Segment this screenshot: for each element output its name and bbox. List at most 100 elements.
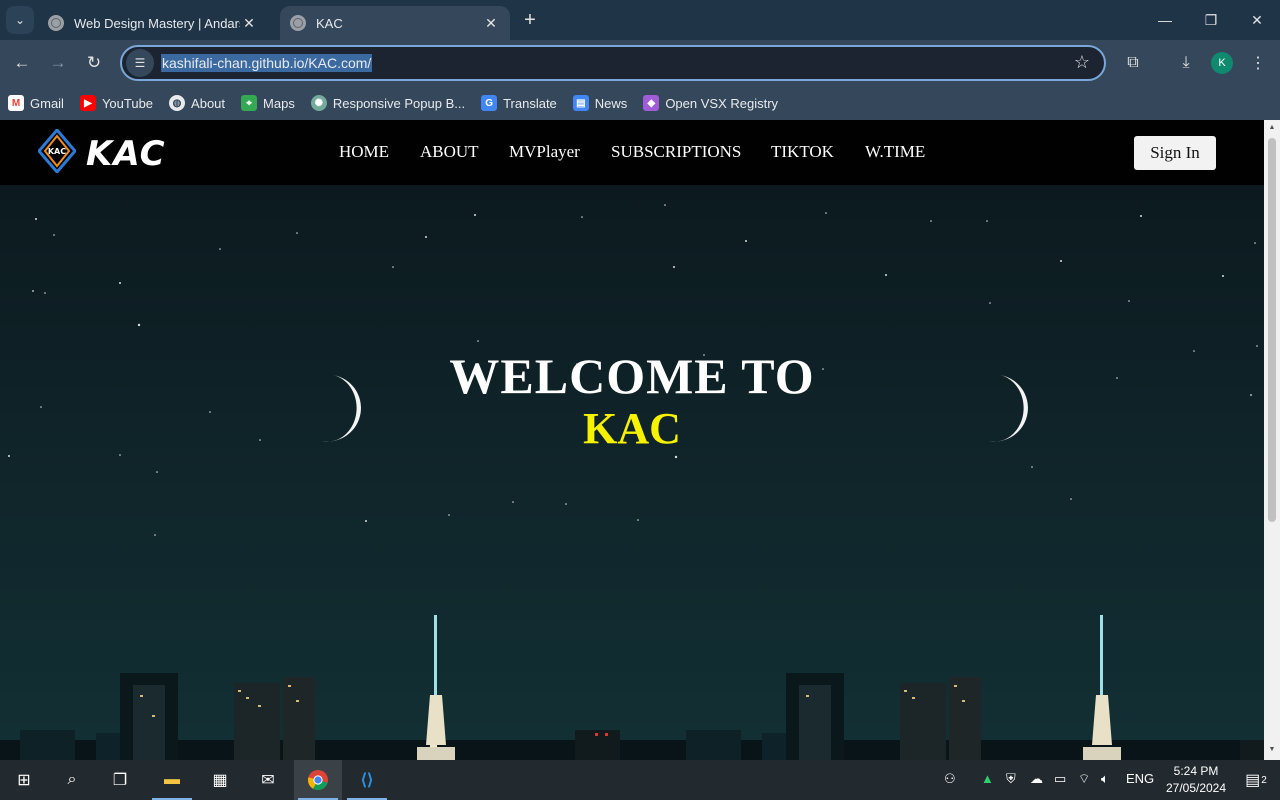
scroll-up-icon[interactable]: ▲ bbox=[1267, 124, 1277, 131]
task-view-button[interactable]: ❐ bbox=[96, 760, 144, 800]
security-icon[interactable]: ⛨ bbox=[1006, 771, 1016, 787]
battery-icon[interactable]: ▭ bbox=[1054, 771, 1066, 787]
bookmark-label: Open VSX Registry bbox=[665, 95, 779, 111]
bookmark-about[interactable]: ◍ About bbox=[169, 95, 225, 111]
folder-icon: ▬ bbox=[164, 771, 180, 788]
tab-search-button[interactable]: ⌄ bbox=[6, 6, 34, 34]
scroll-down-icon[interactable]: ▼ bbox=[1267, 746, 1277, 753]
bookmark-youtube[interactable]: ▶ YouTube bbox=[79, 95, 154, 111]
city-skyline bbox=[0, 615, 1264, 760]
extensions-icon[interactable]: ⧉ bbox=[1121, 51, 1145, 75]
hero-title-line1: WELCOME TO bbox=[449, 348, 815, 404]
store-icon: ▦ bbox=[212, 772, 228, 789]
tab-title: Web Design Mastery | Andarson bbox=[74, 15, 240, 31]
cloud-icon[interactable]: ☁ bbox=[1030, 771, 1043, 787]
clock-date: 27/05/2024 bbox=[1165, 781, 1227, 795]
close-icon[interactable]: ✕ bbox=[482, 15, 500, 32]
wifi-icon[interactable]: ⌔ bbox=[1078, 771, 1090, 787]
mail-button[interactable]: ✉ bbox=[244, 760, 292, 800]
bookmark-label: About bbox=[191, 95, 226, 111]
bookmarks-bar: M Gmail ▶ YouTube ◍ About ⌖ Maps ✺ Responsive… bbox=[0, 86, 1280, 120]
reload-icon: ↻ bbox=[86, 53, 102, 72]
file-explorer-button[interactable]: ▬ bbox=[148, 760, 196, 800]
notifications-button[interactable]: ▤ 2 bbox=[1232, 760, 1280, 800]
nav-subscriptions[interactable]: SUBSCRIPTIONS bbox=[611, 142, 741, 162]
profile-avatar[interactable]: K bbox=[1211, 52, 1233, 74]
bookmark-gmail[interactable]: M Gmail bbox=[8, 95, 64, 111]
vscode-icon: ⟨⟩ bbox=[360, 772, 374, 789]
back-button[interactable]: ← bbox=[9, 50, 35, 76]
gmail-icon: M bbox=[8, 95, 24, 111]
close-window-button[interactable]: ✕ bbox=[1234, 0, 1280, 40]
nav-tiktok[interactable]: TIKTOK bbox=[771, 142, 834, 162]
sign-in-button[interactable]: Sign In bbox=[1134, 136, 1216, 170]
arrow-right-icon: → bbox=[49, 53, 67, 72]
notification-count: 2 bbox=[1261, 774, 1267, 786]
close-icon[interactable]: ✕ bbox=[240, 15, 258, 32]
nav-about[interactable]: ABOUT bbox=[420, 142, 479, 162]
nav-home[interactable]: HOME bbox=[339, 142, 389, 162]
people-icon[interactable]: ⚇ bbox=[944, 771, 956, 787]
clock[interactable]: 5:24 PM 27/05/2024 bbox=[1158, 763, 1234, 797]
microsoft-store-button[interactable]: ▦ bbox=[196, 760, 244, 800]
reload-button[interactable]: ↻ bbox=[81, 50, 107, 76]
chrome-button[interactable] bbox=[294, 760, 342, 800]
notification-icon: ▤ bbox=[1245, 772, 1261, 789]
bookmark-label: Translate bbox=[503, 95, 557, 111]
tab-title: KAC bbox=[316, 15, 343, 31]
bookmark-label: Responsive Popup B... bbox=[332, 95, 466, 111]
windows-taskbar: ⊞ ⌕ ❐ ▬ ▦ ✉ ⟨⟩ ⚇ ▲ ⛨ ☁ ▭ ⌔ 🔈︎ ENG 5:24 P… bbox=[0, 760, 1280, 800]
arrow-left-icon: ← bbox=[13, 53, 31, 72]
language-indicator[interactable]: ENG bbox=[1126, 771, 1154, 786]
start-button[interactable]: ⊞ bbox=[0, 760, 48, 800]
bookmark-responsive-popup[interactable]: ✺ Responsive Popup B... bbox=[310, 95, 466, 111]
mail-icon: ✉ bbox=[261, 772, 275, 789]
page-scrollbar[interactable]: ▲ ▼ bbox=[1264, 120, 1280, 760]
address-bar[interactable]: ☰ kashifali-chan.github.io/KAC.com/ ☆ bbox=[120, 45, 1106, 81]
hero-title-line2: KAC bbox=[583, 404, 681, 453]
windows-logo-icon: ⊞ bbox=[17, 772, 31, 789]
kac-logo-icon[interactable]: KAC bbox=[38, 129, 76, 173]
browser-toolbar: ← → ↻ ☰ kashifali-chan.github.io/KAC.com… bbox=[0, 40, 1280, 86]
translate-icon: G bbox=[481, 95, 498, 111]
openvsx-icon: ◆ bbox=[643, 95, 660, 111]
new-tab-button[interactable]: + bbox=[518, 8, 542, 32]
news-icon: ▤ bbox=[572, 95, 589, 111]
globe-icon: ◍ bbox=[169, 95, 186, 111]
nav-wtime[interactable]: W.TIME bbox=[865, 142, 925, 162]
tab-web-design-mastery[interactable]: Web Design Mastery | Andarson ✕ bbox=[38, 6, 268, 40]
site-info-button[interactable]: ☰ bbox=[126, 49, 154, 77]
tab-kac[interactable]: KAC ✕ bbox=[280, 6, 510, 40]
bookmark-label: News bbox=[594, 95, 628, 111]
bookmark-star-icon[interactable]: ☆ bbox=[1074, 52, 1090, 73]
hero-section: WELCOME TO KAC bbox=[0, 185, 1264, 760]
url-text[interactable]: kashifali-chan.github.io/KAC.com/ bbox=[161, 54, 373, 72]
night-sky-background bbox=[0, 204, 1264, 760]
search-button[interactable]: ⌕ bbox=[48, 760, 96, 800]
restore-button[interactable]: ❐ bbox=[1188, 0, 1234, 40]
more-menu-icon[interactable]: ⋮ bbox=[1246, 51, 1270, 75]
browser-tabstrip: ⌄ Web Design Mastery | Andarson ✕ KAC ✕ … bbox=[0, 0, 1280, 40]
drive-icon[interactable]: ▲ bbox=[981, 771, 994, 786]
download-icon[interactable]: ⤓ bbox=[1174, 51, 1198, 75]
search-icon: ⌕ bbox=[67, 771, 77, 788]
bookmark-label: Maps bbox=[263, 95, 295, 111]
bookmark-maps[interactable]: ⌖ Maps bbox=[241, 95, 295, 111]
nav-mvplayer[interactable]: MVPlayer bbox=[509, 142, 580, 162]
bookmark-translate[interactable]: G Translate bbox=[481, 95, 557, 111]
chrome-icon bbox=[307, 770, 328, 791]
maps-icon: ⌖ bbox=[241, 95, 258, 111]
vscode-button[interactable]: ⟨⟩ bbox=[343, 760, 391, 800]
forward-button[interactable]: → bbox=[45, 50, 71, 76]
page-viewport: KAC KAC HOME ABOUT MVPlayer SUBSCRIPTION… bbox=[0, 120, 1264, 760]
site-logo-text[interactable]: KAC bbox=[86, 134, 166, 174]
clock-time: 5:24 PM bbox=[1173, 764, 1219, 778]
volume-icon[interactable]: 🔈︎ bbox=[1101, 771, 1109, 787]
task-view-icon: ❐ bbox=[112, 772, 128, 789]
bookmark-open-vsx[interactable]: ◆ Open VSX Registry bbox=[643, 95, 778, 111]
logo-badge-text: KAC bbox=[48, 147, 66, 156]
bookmark-news[interactable]: ▤ News bbox=[572, 95, 628, 111]
bookmark-label: YouTube bbox=[101, 95, 154, 111]
minimize-button[interactable]: — bbox=[1142, 0, 1188, 40]
scrollbar-thumb[interactable] bbox=[1268, 138, 1276, 522]
